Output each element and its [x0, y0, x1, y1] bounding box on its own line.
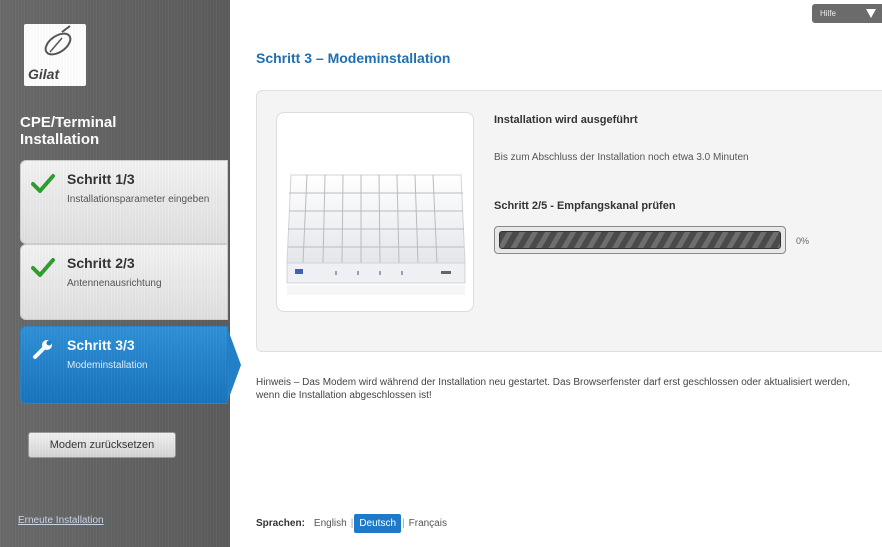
step-title: Schritt 2/3: [67, 255, 135, 271]
language-deutsch[interactable]: Deutsch: [354, 514, 402, 533]
language-label: Sprachen:: [256, 518, 305, 529]
active-step-arrow: [227, 327, 241, 403]
install-status: Installation wird ausgeführt: [494, 114, 638, 126]
gilat-logo: Gilat: [24, 24, 86, 86]
step-subtitle: Modeminstallation: [67, 360, 148, 371]
progress-bar: [494, 226, 786, 254]
modem-image: [276, 112, 474, 312]
page-title: Schritt 3 – Modeminstallation: [256, 50, 451, 66]
sidebar: Gilat CPE/Terminal Installation Schritt …: [0, 0, 241, 547]
app-title: CPE/Terminal Installation: [20, 114, 117, 148]
step-title: Schritt 1/3: [67, 171, 135, 187]
checkmark-icon: [31, 258, 55, 277]
remaining-time: Bis zum Abschluss der Installation noch …: [494, 152, 749, 163]
chevron-down-icon: [866, 9, 876, 18]
progress-fill: [499, 231, 781, 249]
language-separator: |: [350, 518, 354, 529]
hint-text: Hinweis – Das Modem wird während der Ins…: [256, 377, 851, 401]
reinstall-link[interactable]: Erneute Installation: [18, 515, 104, 526]
sidebar-step-1[interactable]: Schritt 1/3 Installationsparameter einge…: [20, 160, 228, 244]
step-subtitle: Antennenausrichtung: [67, 278, 162, 289]
current-step-label: Schritt 2/5 - Empfangskanal prüfen: [494, 200, 676, 212]
sidebar-step-2[interactable]: Schritt 2/3 Antennenausrichtung: [20, 244, 228, 320]
language-separator: |: [402, 518, 405, 529]
language-francais[interactable]: Français: [406, 515, 450, 532]
modem-icon: [286, 174, 466, 295]
step-title: Schritt 3/3: [67, 337, 135, 353]
sidebar-step-3[interactable]: Schritt 3/3 Modeminstallation: [20, 326, 241, 404]
progress-percent: 0%: [796, 236, 810, 246]
logo-text: Gilat: [28, 66, 60, 82]
help-button[interactable]: Hilfe: [812, 4, 882, 23]
checkmark-icon: [31, 174, 55, 193]
wrench-icon: [33, 340, 52, 359]
language-english[interactable]: English: [311, 515, 350, 532]
language-selector: Sprachen: English | Deutsch | Français: [256, 514, 450, 533]
step-subtitle: Installationsparameter eingeben: [67, 194, 210, 205]
reset-modem-button[interactable]: Modem zurücksetzen: [28, 432, 176, 458]
help-label: Hilfe: [820, 9, 837, 18]
